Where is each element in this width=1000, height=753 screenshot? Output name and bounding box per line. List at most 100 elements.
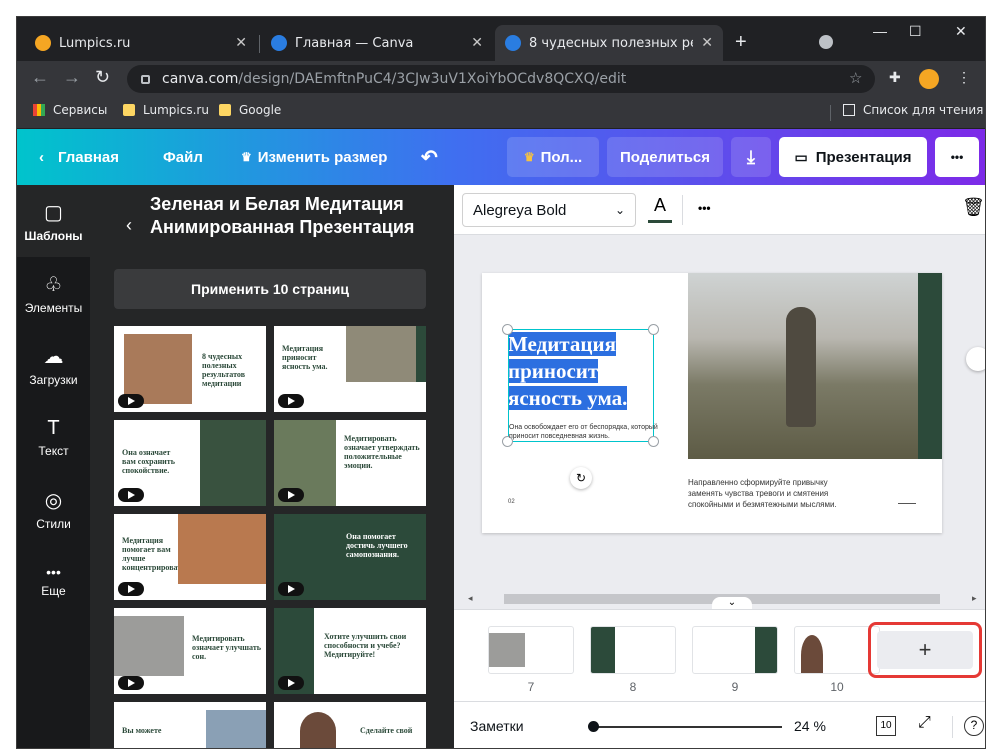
- help-button[interactable]: ?: [964, 716, 984, 736]
- close-tab-icon[interactable]: ✕: [235, 35, 247, 51]
- palette-icon: ◎: [44, 489, 63, 512]
- template-thumb-4[interactable]: Медитировать означает утверждать положит…: [274, 420, 426, 506]
- resize-button[interactable]: ♛ Изменить размер: [241, 129, 387, 185]
- extensions-icon[interactable]: ✚: [889, 69, 901, 86]
- trash-icon[interactable]: 🗑: [962, 197, 985, 218]
- reading-list[interactable]: Список для чтения: [843, 103, 983, 117]
- zoom-slider-knob[interactable]: [588, 721, 599, 732]
- more-toolbar-button[interactable]: •••: [698, 201, 711, 215]
- bookmark-star-icon[interactable]: ☆: [849, 69, 862, 87]
- present-button[interactable]: ▭ Презентация: [779, 137, 927, 177]
- template-thumb-2[interactable]: Медитация приносит ясность ума.: [274, 326, 426, 412]
- slide-subtitle[interactable]: Она освобождает его от беспорядка, котор…: [509, 423, 659, 441]
- browser-toolbar: ← → ↻ canva.com /design/DAEmftnPuC4/3CJw…: [17, 61, 985, 97]
- context-toolbar: Alegreya Bold ⌄ A ••• 🗑: [454, 185, 985, 235]
- download-icon[interactable]: ⤓: [731, 137, 771, 177]
- tab-search-icon[interactable]: [819, 35, 833, 49]
- add-page-button[interactable]: +: [877, 631, 973, 669]
- template-thumb-6[interactable]: Она помогает достичь лучшего самопознани…: [274, 514, 426, 600]
- lumpics-favicon-icon: [35, 35, 51, 51]
- slide-green-bar: [918, 273, 942, 459]
- reload-icon[interactable]: ↻: [95, 67, 110, 88]
- text-color-button[interactable]: A: [648, 195, 672, 223]
- tab-design[interactable]: 8 чудесных полезных результа ✕: [495, 25, 723, 61]
- tab-bar: Lumpics.ru ✕ Главная — Canva ✕ 8 чудесны…: [17, 17, 985, 61]
- bookmark-lumpics[interactable]: Lumpics.ru: [123, 103, 209, 117]
- slide-photo[interactable]: [688, 273, 918, 459]
- page-grid-button[interactable]: 10: [876, 716, 896, 736]
- bookmark-services[interactable]: Сервисы: [33, 103, 107, 117]
- template-thumb-8[interactable]: Хотите улучшить свои способности и учебе…: [274, 608, 426, 694]
- template-thumb-7[interactable]: Медитировать означает улучшать сон.: [114, 608, 266, 694]
- undo-icon[interactable]: ↶: [421, 129, 438, 185]
- slide-body-text[interactable]: Направленно сформируйте привычку заменят…: [688, 477, 848, 510]
- apply-pages-button[interactable]: Применить 10 страниц: [114, 269, 426, 309]
- scroll-right-icon[interactable]: ▸: [972, 593, 977, 604]
- profile-avatar[interactable]: [919, 69, 939, 89]
- rail-more[interactable]: ••• Еще: [17, 545, 90, 617]
- rail-text[interactable]: T Текст: [17, 401, 90, 473]
- present-screen-icon: ▭: [794, 148, 808, 165]
- more-dots-icon: •••: [46, 564, 61, 580]
- address-bar[interactable]: canva.com /design/DAEmftnPuC4/3CJw3uV1Xo…: [127, 65, 875, 93]
- tab-canva-home[interactable]: Главная — Canva ✕: [261, 25, 493, 61]
- pro-button[interactable]: ♛ Пол...: [507, 137, 599, 177]
- tab-title: 8 чудесных полезных результа: [529, 35, 693, 51]
- rail-label: Текст: [38, 443, 69, 458]
- template-thumb-1[interactable]: 8 чудесных полезных результатов медитаци…: [114, 326, 266, 412]
- forward-icon[interactable]: →: [63, 67, 81, 88]
- file-menu-button[interactable]: Файл: [163, 129, 203, 185]
- maximize-icon[interactable]: ☐: [909, 23, 922, 40]
- close-tab-icon[interactable]: ✕: [701, 35, 713, 51]
- close-tab-icon[interactable]: ✕: [471, 35, 483, 51]
- scroll-left-icon[interactable]: ◂: [468, 593, 473, 604]
- notes-button[interactable]: Заметки: [470, 718, 524, 734]
- page-thumb-7[interactable]: [488, 626, 574, 674]
- rail-styles[interactable]: ◎ Стили: [17, 473, 90, 545]
- slide-arrow: [898, 503, 916, 504]
- elements-icon: ♧: [44, 273, 63, 296]
- back-icon[interactable]: ←: [31, 67, 49, 88]
- new-tab-button[interactable]: +: [735, 31, 747, 54]
- rotate-icon[interactable]: ↻: [570, 467, 592, 489]
- present-label: Презентация: [815, 148, 912, 166]
- rail-templates[interactable]: ▢ Шаблоны: [17, 185, 90, 257]
- rail-elements[interactable]: ♧ Элементы: [17, 257, 90, 329]
- font-selector[interactable]: Alegreya Bold ⌄: [462, 193, 636, 227]
- canva-favicon-icon: [505, 35, 521, 51]
- resize-handle[interactable]: [648, 324, 659, 335]
- template-thumb-3[interactable]: Она означает вам сохранить спокойствие.: [114, 420, 266, 506]
- browser-window: Lumpics.ru ✕ Главная — Canva ✕ 8 чудесны…: [16, 16, 986, 749]
- template-thumb-10[interactable]: Сделайте свой: [274, 702, 426, 748]
- template-thumb-9[interactable]: Вы можете: [114, 702, 266, 748]
- bookmark-label: Сервисы: [53, 103, 108, 117]
- resize-handle[interactable]: [502, 324, 513, 335]
- figure-silhouette: [786, 307, 816, 427]
- rail-label: Элементы: [24, 300, 83, 315]
- page-thumb-9[interactable]: [692, 626, 778, 674]
- apps-grid-icon: [33, 104, 45, 116]
- browser-menu-icon[interactable]: ⋮: [957, 69, 971, 86]
- zoom-slider[interactable]: [592, 726, 782, 728]
- close-window-icon[interactable]: ✕: [955, 23, 967, 40]
- share-button[interactable]: Поделиться: [607, 137, 723, 177]
- bookmark-google[interactable]: Google: [219, 103, 281, 117]
- lock-icon: [141, 74, 150, 84]
- rail-uploads[interactable]: ☁ Загрузки: [17, 329, 90, 401]
- folder-icon: [123, 104, 135, 116]
- minimize-icon[interactable]: —: [873, 23, 887, 39]
- slide-canvas[interactable]: Медитация приносит ясность ума. Она осво…: [482, 273, 942, 533]
- thumb-photo: [200, 420, 266, 506]
- more-options-button[interactable]: •••: [935, 137, 979, 177]
- template-thumb-5[interactable]: Медитация помогает вам лучше концентриро…: [114, 514, 266, 600]
- home-button[interactable]: ‹ Главная: [39, 129, 119, 185]
- canva-header: ‹ Главная Файл ♛ Изменить размер ↶ ♛ Пол…: [17, 129, 985, 185]
- back-chevron-icon[interactable]: ‹: [126, 215, 132, 236]
- zoom-value[interactable]: 24 %: [794, 718, 826, 734]
- page-thumb-8[interactable]: [590, 626, 676, 674]
- slide-side-button[interactable]: [966, 347, 985, 371]
- tab-lumpics[interactable]: Lumpics.ru ✕: [25, 25, 257, 61]
- fullscreen-icon[interactable]: ⤢: [918, 714, 931, 732]
- play-icon: [278, 394, 304, 408]
- thumb-text: 8 чудесных полезных результатов медитаци…: [202, 352, 246, 388]
